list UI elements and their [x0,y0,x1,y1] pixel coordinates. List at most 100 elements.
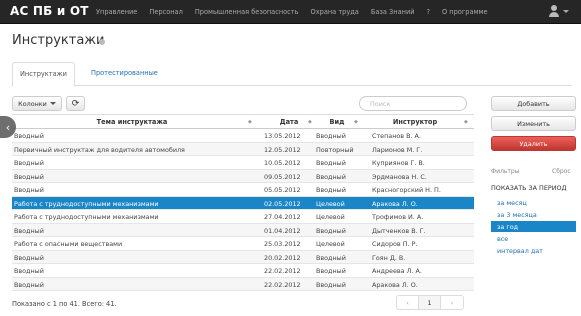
table-row[interactable]: Вводный 22.02.2012 Вводный Андреева Л. А. [12,264,474,278]
cell-date: 22.02.2012 [264,267,301,275]
nav-item-about[interactable]: О программе [442,8,488,16]
cell-kind: Вводный [316,159,346,167]
chevron-down-icon [563,9,569,13]
header-instructor[interactable]: Инструктор [360,118,470,126]
columns-button-label: Колонки [18,99,47,108]
table-row[interactable]: Вводный 22.02.2012 Вводный Аракова Л. О. [12,277,474,291]
header-kind[interactable]: Вид [316,118,358,126]
top-navbar: АС ПБ и ОТ Управление Персонал Промышлен… [0,0,581,24]
cell-theme: Вводный [14,226,44,235]
cell-date: 05.05.2012 [264,186,301,194]
cell-theme: Вводный [14,186,44,194]
cell-date: 13.05.2012 [264,132,301,140]
info-icon[interactable] [99,39,105,45]
cell-theme: Работа с опасными веществами [14,240,123,248]
table-row[interactable]: Вводный 20.02.2012 Вводный Гоян Д. В. [12,250,474,264]
table-row[interactable]: Вводный 05.05.2012 Вводный Красногорский Н.… [12,183,474,197]
table-row[interactable]: Работа с опасными веществами 25.03.2012 Це… [12,237,474,251]
tab-briefings[interactable]: Инструктажи [12,62,75,87]
cell-instructor: Ларионов М. Г. [372,145,423,154]
page-title: Инструктажи [12,33,105,48]
nav-item-personnel[interactable]: Персонал [149,8,182,16]
nav-item-knowledge-base[interactable]: База Знаний [371,8,415,16]
cell-instructor: Гоян Д. В. [372,253,406,262]
edit-button[interactable]: Изменить [491,116,576,131]
cell-kind: Вводный [316,226,346,235]
nav-item-management[interactable]: Управление [96,8,137,16]
sort-icon[interactable]: ◆ [248,119,252,125]
cell-kind: Вводный [316,132,346,140]
delete-button[interactable]: Удалить [491,136,576,151]
cell-date: 02.05.2012 [264,199,301,208]
cell-kind: Вводный [316,253,346,262]
table-row[interactable]: Первичный инструктаж для водителя автомо… [12,142,474,156]
cell-instructor: Красногорский Н. П. [372,186,441,194]
table-header: Тема инструктажа ◆ Дата ◆ Вид ◆ Инструкт… [12,114,474,129]
table-row[interactable]: Вводный 09.05.2012 Вводный Эрдманова Н. С. [12,169,474,183]
add-button[interactable]: Добавить [491,96,576,111]
nav-item-labor-protection[interactable]: Охрана труда [311,8,359,16]
refresh-button[interactable]: ⟳ [66,96,85,111]
table-row[interactable]: Вводный 13.05.2012 Вводный Степанов В. А. [12,129,474,143]
period-item[interactable]: за год [491,221,576,232]
next-page-button[interactable]: › [441,296,463,309]
cell-kind: Целевой [316,199,345,208]
period-item[interactable]: интервал дат [491,245,576,256]
header-date[interactable]: Дата [264,118,314,126]
period-item[interactable]: за 3 месяца [491,209,576,220]
cell-instructor: Аракова Л. О. [372,280,418,289]
columns-button[interactable]: Колонки [12,96,62,111]
table-row[interactable]: Вводный 01.04.2012 Вводный Дытченков В. Г. [12,223,474,237]
cell-date: 09.05.2012 [264,172,301,181]
nav-item-help[interactable]: ? [427,8,431,16]
cell-theme: Вводный [14,280,44,289]
nav-menu: Управление Персонал Промышленная безопас… [96,0,500,24]
cell-instructor: Дытченков В. Г. [372,226,426,235]
cell-instructor: Степанов В. А. [372,132,421,140]
user-menu[interactable] [548,5,569,17]
filters-reset-link[interactable]: Сброс [552,168,571,175]
chevron-down-icon [49,102,56,105]
sort-icon[interactable]: ◆ [308,119,312,125]
cell-kind: Целевой [316,240,345,248]
cell-kind: Вводный [316,186,346,194]
filters-label: Фильтры [491,168,520,175]
sort-icon[interactable]: ◆ [464,119,468,125]
current-page-button[interactable]: 1 [419,296,441,309]
cell-theme: Вводный [14,132,44,140]
refresh-icon: ⟳ [71,98,80,109]
tabs-bar: Инструктажи Протестированные [12,62,572,87]
cell-instructor: Эрдманова Н. С. [372,172,427,181]
search-input[interactable]: Поиск [359,96,467,111]
tab-tested[interactable]: Протестированные [84,62,165,86]
cell-instructor: Трофимов И. А. [372,213,424,221]
table-row[interactable]: Работа с труднодоступными механизмами 02.… [12,196,474,210]
cell-kind: Вводный [316,172,346,181]
cell-date: 12.05.2012 [264,145,301,154]
cell-date: 22.02.2012 [264,280,301,289]
cell-date: 01.04.2012 [264,226,301,235]
cell-date: 20.02.2012 [264,253,301,262]
period-item[interactable]: за месяц [491,197,576,208]
nav-item-industrial-safety[interactable]: Промышленная безопасность [195,8,299,16]
period-title: ПОКАЗАТЬ ЗА ПЕРИОД [491,184,567,192]
table-row[interactable]: Работа с труднодоступными механизмами 27.… [12,210,474,224]
cell-theme: Вводный [14,159,44,167]
cell-kind: Вводный [316,280,346,289]
cell-theme: Вводный [14,253,44,262]
briefings-table: Тема инструктажа ◆ Дата ◆ Вид ◆ Инструкт… [12,114,474,291]
cell-theme: Первичный инструктаж для водителя автомо… [14,145,185,154]
sort-icon[interactable]: ◆ [354,119,358,125]
cell-theme: Работа с труднодоступными механизмами [14,199,159,208]
header-theme[interactable]: Тема инструктажа [12,118,252,126]
prev-page-button[interactable]: ‹ [397,296,419,309]
table-row[interactable]: Вводный 10.05.2012 Вводный Куприянов Г. В. [12,156,474,170]
app-brand[interactable]: АС ПБ и ОТ [10,4,89,18]
period-item[interactable]: все [491,233,576,244]
cell-instructor: Андреева Л. А. [372,267,422,275]
cell-kind: Повторный [316,145,354,154]
cell-theme: Вводный [14,172,44,181]
cell-date: 10.05.2012 [264,159,301,167]
pagination-info: Показано с 1 по 41. Всего: 41. [12,300,117,308]
user-icon [548,5,560,17]
